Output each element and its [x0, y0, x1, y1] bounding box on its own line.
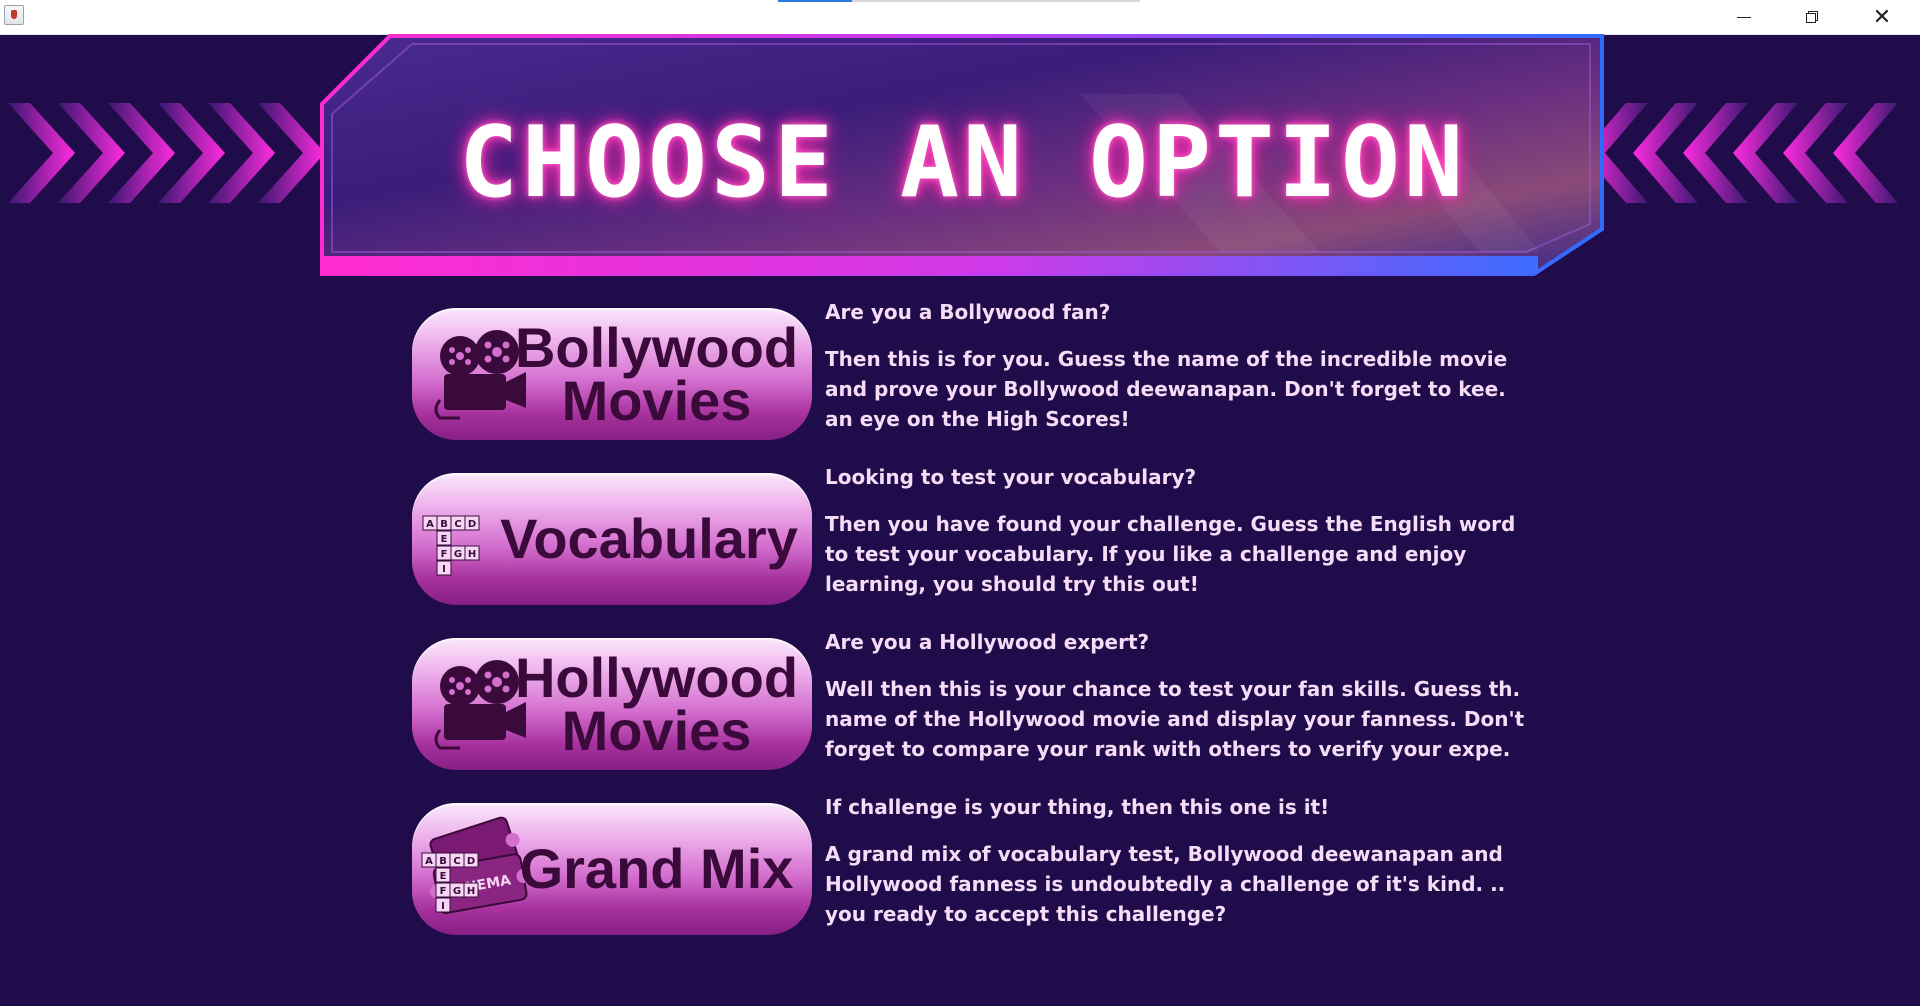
- letter-g: G: [454, 549, 462, 560]
- bollywood-label-line1: Bollywood: [514, 315, 799, 379]
- maximize-button[interactable]: [1780, 0, 1844, 34]
- bollywood-movies-label: Bollywood Movies: [504, 308, 809, 440]
- chevron-arrows-left: [8, 103, 325, 203]
- vocabulary-button[interactable]: A B C D E F G H I Vocabulary: [412, 473, 812, 605]
- vocabulary-label-line1: Vocabulary: [500, 507, 798, 571]
- letter-e: E: [441, 534, 448, 545]
- title-bar-accent: [778, 0, 852, 2]
- bollywood-label-line2: Movies: [561, 369, 752, 432]
- letter-h: H: [468, 549, 476, 560]
- grand-letter-a: A: [425, 856, 433, 867]
- letter-b: B: [440, 519, 448, 530]
- crossword-letters-icon: A B C D E F G H I: [422, 515, 480, 576]
- option-row-grand-mix: CINEMA A B C D E F G H I Grand Mix If ch…: [412, 795, 1512, 935]
- chevron-arrows-right: [1588, 103, 1898, 203]
- grand-letter-e: E: [440, 871, 447, 882]
- hollywood-description: Well then this is your chance to test yo…: [825, 677, 1525, 761]
- letter-d: D: [468, 519, 476, 530]
- grand-mix-question: If challenge is your thing, then this on…: [825, 795, 1330, 819]
- window-title-bar: ✕: [0, 0, 1920, 35]
- letter-a: A: [426, 519, 434, 530]
- java-app-icon: [4, 5, 24, 25]
- letter-i: I: [442, 564, 446, 575]
- bollywood-description: Then this is for you. Guess the name of …: [825, 347, 1508, 431]
- grand-letter-b: B: [439, 856, 447, 867]
- grand-letter-c: C: [453, 856, 460, 867]
- close-button[interactable]: ✕: [1850, 0, 1914, 34]
- hollywood-movies-label: Hollywood Movies: [504, 638, 809, 770]
- vocabulary-question: Looking to test your vocabulary?: [825, 465, 1197, 489]
- grand-letter-d: D: [467, 856, 475, 867]
- option-row-hollywood: Hollywood Movies Are you a Hollywood exp…: [412, 630, 1524, 770]
- grand-letter-h: H: [467, 886, 475, 897]
- hollywood-label-line1: Hollywood: [514, 645, 799, 709]
- letter-f: F: [441, 549, 448, 560]
- header-banner: CHOOSE AN OPTION: [320, 34, 1606, 276]
- bollywood-movies-button[interactable]: Bollywood Movies: [412, 308, 812, 440]
- vocabulary-label: Vocabulary: [486, 473, 812, 605]
- grand-mix-label-line1: Grand Mix: [519, 837, 794, 901]
- bollywood-question: Are you a Bollywood fan?: [825, 300, 1111, 324]
- grand-mix-button[interactable]: CINEMA A B C D E F G H I Grand Mix: [412, 803, 812, 935]
- title-bar-divider: [852, 0, 1140, 2]
- option-row-bollywood: Bollywood Movies Are you a Bollywood fan…: [412, 300, 1512, 440]
- grand-mix-label: Grand Mix: [504, 803, 809, 935]
- grand-mix-description: A grand mix of vocabulary test, Bollywoo…: [825, 842, 1506, 926]
- restore-icon: [1806, 11, 1818, 23]
- hollywood-question: Are you a Hollywood expert?: [825, 630, 1150, 654]
- hollywood-label-line2: Movies: [561, 699, 752, 762]
- page-title: CHOOSE AN OPTION: [458, 106, 1467, 220]
- vocabulary-description: Then you have found your challenge. Gues…: [825, 512, 1516, 596]
- option-row-vocabulary: A B C D E F G H I Vocabulary Looking to …: [412, 465, 1515, 605]
- minimize-button[interactable]: [1712, 0, 1776, 34]
- letter-c: C: [454, 519, 461, 530]
- grand-letter-f: F: [440, 886, 447, 897]
- minimize-icon: [1737, 16, 1751, 18]
- grand-letter-i: I: [441, 901, 445, 912]
- hollywood-movies-button[interactable]: Hollywood Movies: [412, 638, 812, 770]
- grand-letter-g: G: [453, 886, 461, 897]
